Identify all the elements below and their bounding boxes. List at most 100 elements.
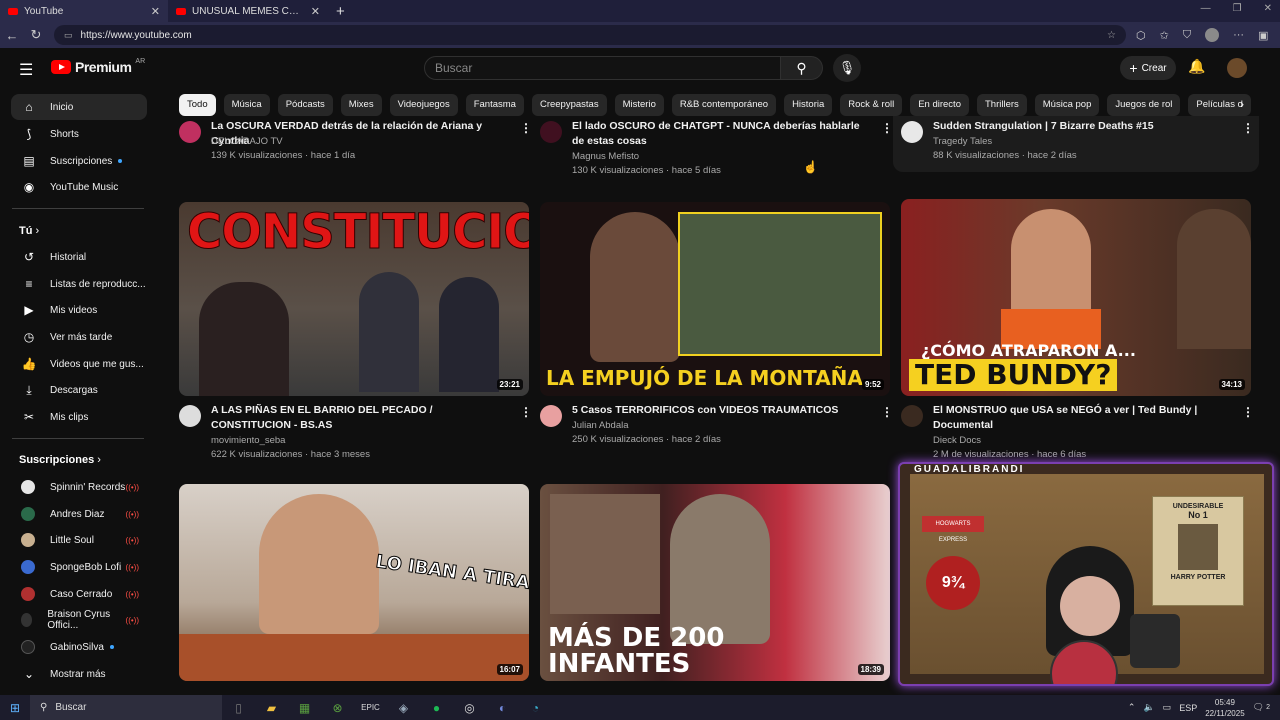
close-tab-icon[interactable]: ✕ (311, 5, 320, 18)
chip[interactable]: Música (223, 94, 270, 116)
chevron-right-icon[interactable]: › (1240, 97, 1244, 111)
refresh-icon[interactable]: ↻ (24, 27, 48, 43)
user-avatar[interactable] (1227, 58, 1247, 78)
channel-item[interactable]: Caso Cerrado ((•)) (11, 581, 147, 607)
network-icon[interactable]: ▭ (1163, 702, 1172, 713)
file-explorer-icon[interactable]: ▰ (255, 701, 288, 715)
chip[interactable]: En directo (910, 94, 969, 116)
xbox-icon[interactable]: ⊗ (321, 701, 354, 715)
minecraft-icon[interactable]: ▦ (288, 701, 321, 715)
menu-icon[interactable]: ☰ (19, 60, 33, 80)
more-options-icon[interactable]: ⋮ (1242, 405, 1254, 419)
taskbar-search[interactable]: ⚲ Buscar (30, 695, 222, 720)
sidebar-item-shorts[interactable]: ⟆ Shorts (11, 121, 147, 147)
channel-avatar[interactable] (901, 405, 923, 427)
channel-name[interactable]: Julian Abdala (572, 419, 629, 433)
channel-avatar[interactable] (540, 121, 562, 143)
video-title[interactable]: A LAS PIÑAS EN EL BARRIO DEL PECADO / CO… (211, 403, 511, 433)
chip[interactable]: Mixes (340, 94, 382, 116)
channel-name[interactable]: Dieck Docs (933, 434, 981, 448)
more-options-icon[interactable]: ⋮ (520, 121, 532, 135)
chip[interactable]: Fantasma (465, 94, 524, 116)
task-view-icon[interactable]: ▯ (222, 701, 255, 715)
channel-item[interactable]: Andres Diaz ((•)) (11, 501, 147, 527)
notifications-bell-icon[interactable]: 🔔 (1188, 58, 1205, 75)
sidebar-item-suscripciones[interactable]: ▤ Suscripciones (11, 148, 147, 174)
favorites-icon[interactable]: ✩ (1160, 29, 1169, 42)
video-thumbnail[interactable]: MÁS DE 200 INFANTES 18:39 (540, 484, 890, 681)
channel-item[interactable]: Little Soul ((•)) (11, 527, 147, 553)
volume-icon[interactable]: 🔈 (1143, 702, 1154, 713)
video-title[interactable]: 5 Casos TERRORIFICOS con VIDEOS TRAUMATI… (572, 403, 872, 418)
chip[interactable]: Pódcasts (277, 94, 333, 116)
chip[interactable]: Misterio (614, 94, 664, 116)
sidebar-item-historial[interactable]: ↺ Historial (11, 244, 147, 270)
voice-search-button[interactable]: 🎙 (833, 54, 861, 82)
chip[interactable]: R&B contemporáneo (671, 94, 777, 116)
chip[interactable]: Música pop (1034, 94, 1100, 116)
channel-item[interactable]: Spinnin' Records ((•)) (11, 474, 147, 500)
video-title[interactable]: Sudden Strangulation | 7 Bizarre Deaths … (933, 119, 1233, 134)
shield-icon[interactable]: ⛉ (1183, 29, 1191, 42)
channel-item[interactable]: GabinoSilva (11, 634, 147, 660)
sidebar-item-youtube-music[interactable]: ◉ YouTube Music (11, 174, 147, 200)
chip[interactable]: Creepypastas (531, 94, 607, 116)
video-thumbnail[interactable]: CONSTITUCION 23:21 (179, 202, 529, 396)
chip[interactable]: Juegos de rol (1107, 94, 1181, 116)
tab-youtube[interactable]: YouTube ✕ (0, 0, 168, 22)
channel-name[interactable]: Magnus Mefisto (572, 150, 639, 164)
sidebar-item-mis-videos[interactable]: ▶ Mis videos (11, 297, 147, 323)
search-button[interactable]: ⚲ (781, 56, 823, 80)
more-options-icon[interactable]: ⋮ (520, 405, 532, 419)
spotify-icon[interactable]: ● (420, 701, 453, 715)
more-options-icon[interactable]: ⋮ (881, 405, 893, 419)
sidebar-item-inicio[interactable]: ⌂ Inicio (11, 94, 147, 120)
youtube-logo[interactable]: Premium AR (51, 58, 145, 75)
video-title[interactable]: El MONSTRUO que USA se NEGÓ a ver | Ted … (933, 403, 1233, 433)
minimize-icon[interactable]: — (1201, 3, 1211, 14)
close-tab-icon[interactable]: ✕ (151, 5, 160, 18)
url-field[interactable]: ▭ https://www.youtube.com ☆ (54, 25, 1126, 45)
notifications-icon[interactable]: 🗨 (1253, 702, 1264, 713)
discord-icon[interactable]: ◐ (486, 701, 519, 715)
video-thumbnail[interactable]: LA EMPUJÓ DE LA MONTAÑA 9:52 (540, 202, 890, 396)
sidebar-item-mis-clips[interactable]: ✂ Mis clips (11, 404, 147, 430)
language-indicator[interactable]: ESP (1179, 703, 1197, 713)
site-info-icon[interactable]: ▭ (64, 30, 73, 41)
edge-icon[interactable]: ◔ (519, 701, 552, 715)
subscriptions-heading[interactable]: Suscripciones › (19, 454, 101, 466)
channel-name[interactable]: DELCARAJO TV (211, 135, 283, 149)
chip[interactable]: Videojuegos (389, 94, 458, 116)
more-options-icon[interactable]: ⋮ (1242, 121, 1254, 135)
sidebar-toggle-icon[interactable]: ▣ (1258, 29, 1268, 42)
new-tab-icon[interactable]: + (328, 3, 353, 20)
sidebar-item-liked[interactable]: 👍 Videos que me gus... (11, 351, 147, 377)
sidebar-item-descargas[interactable]: ⤓ Descargas (11, 377, 147, 403)
show-more-button[interactable]: ⌄ Mostrar más (11, 661, 147, 687)
sidebar-item-playlists[interactable]: ≡ Listas de reproducc... (11, 271, 147, 297)
windows-start-icon[interactable]: ⊞ (0, 701, 30, 715)
favorite-star-icon[interactable]: ☆ (1107, 30, 1116, 41)
maximize-icon[interactable]: ❐ (1233, 3, 1242, 14)
channel-name[interactable]: movimiento_seba (211, 434, 285, 448)
channel-item[interactable]: Braison Cyrus Offici... ((•)) (11, 607, 147, 633)
back-icon[interactable]: ← (0, 28, 24, 43)
chevron-up-icon[interactable]: ⌃ (1128, 702, 1136, 713)
create-button[interactable]: + Crear (1120, 56, 1176, 80)
video-thumbnail[interactable]: ¿CÓMO ATRAPARON A... TED BUNDY? 34:13 (901, 199, 1251, 396)
close-window-icon[interactable]: ✕ (1264, 3, 1272, 14)
video-title[interactable]: El lado OSCURO de CHATGPT - NUNCA deberí… (572, 119, 872, 149)
channel-item[interactable]: SpongeBob Lofi ((•)) (11, 554, 147, 580)
extensions-icon[interactable]: ⬡ (1136, 29, 1146, 42)
channel-name[interactable]: Tragedy Tales (933, 135, 992, 149)
sidebar-item-ver-mas-tarde[interactable]: ◷ Ver más tarde (11, 324, 147, 350)
channel-avatar[interactable] (540, 405, 562, 427)
obs-icon[interactable]: ◎ (453, 701, 486, 715)
chip[interactable]: Rock & roll (840, 94, 903, 116)
more-options-icon[interactable]: ⋮ (881, 121, 893, 135)
more-icon[interactable]: ··· (1233, 29, 1244, 41)
clock[interactable]: 05:49 22/11/2025 (1205, 697, 1244, 719)
channel-avatar[interactable] (179, 121, 201, 143)
chip[interactable]: Todo (179, 94, 216, 116)
search-input[interactable]: Buscar (424, 56, 781, 80)
